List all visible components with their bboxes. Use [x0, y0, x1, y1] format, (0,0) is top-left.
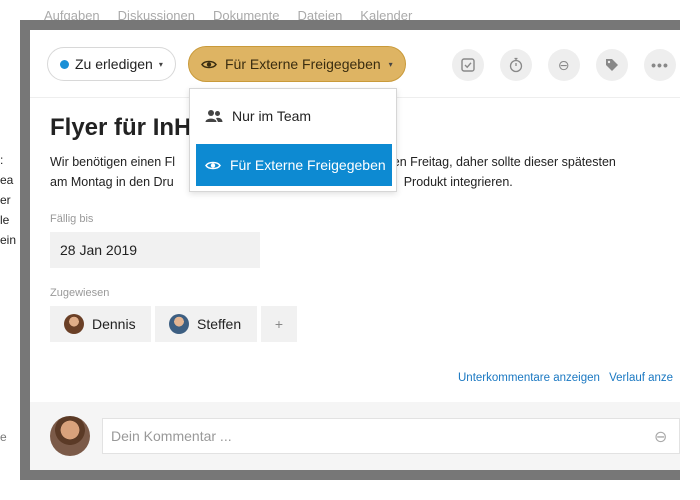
chevron-down-icon: ▾ [158, 59, 163, 69]
chevron-down-icon: ▾ [388, 59, 393, 69]
visibility-label: Für Externe Freigegeben [225, 56, 381, 72]
add-assignee-button[interactable]: + [261, 306, 297, 342]
avatar [169, 314, 189, 334]
more-options-button[interactable]: ••• [644, 49, 676, 81]
complete-task-button[interactable] [452, 49, 484, 81]
checkbox-icon [461, 58, 475, 72]
status-label: Zu erledigen [75, 56, 153, 72]
menu-item-external-shared[interactable]: Für Externe Freigegeben [196, 144, 392, 186]
paperclip-icon: ⊘ [554, 54, 575, 75]
assignee-name: Dennis [92, 316, 136, 332]
task-title: Flyer für InH [50, 114, 192, 141]
due-date-field[interactable]: 28 Jan 2019 [50, 232, 260, 268]
tag-icon [606, 59, 618, 71]
show-history-link[interactable]: Verlauf anze [609, 372, 673, 384]
stopwatch-icon [509, 57, 523, 73]
attach-button[interactable]: ⊘ [548, 49, 580, 81]
menu-item-label: Für Externe Freigegeben [230, 157, 386, 173]
status-dropdown-button[interactable]: Zu erledigen ▾ [47, 47, 176, 81]
tag-button[interactable] [596, 49, 628, 81]
assignee-name: Steffen [197, 316, 242, 332]
description-text: Wir benötigen einen Fl [50, 155, 176, 169]
eye-icon [205, 161, 221, 169]
timer-button[interactable] [500, 49, 532, 81]
avatar [64, 314, 84, 334]
assignee-chip[interactable]: Steffen [155, 306, 257, 342]
comment-links: Unterkommentare anzeigen Verlauf anze [458, 372, 679, 384]
avatar [50, 416, 90, 456]
more-icon: ••• [651, 57, 669, 73]
menu-item-label: Nur im Team [232, 108, 312, 124]
visibility-dropdown-button[interactable]: Für Externe Freigegeben ▾ [188, 46, 406, 82]
description-text: sten Freitag, daher sollte dieser spätes… [383, 155, 616, 169]
comment-section: Dein Kommentar ... ⊘ [30, 402, 680, 470]
comment-placeholder: Dein Kommentar ... [111, 428, 232, 444]
show-subcomments-link[interactable]: Unterkommentare anzeigen [458, 372, 600, 384]
menu-item-team-only[interactable]: Nur im Team [196, 95, 392, 137]
paperclip-icon[interactable]: ⊘ [648, 425, 672, 449]
assigned-label: Zugewiesen [50, 287, 110, 299]
assignee-chip[interactable]: Dennis [50, 306, 151, 342]
background-bottom-text: e [0, 430, 7, 444]
due-date-label: Fällig bis [50, 213, 94, 225]
team-icon [205, 110, 223, 122]
description-text: Produkt integrieren. [403, 175, 513, 189]
eye-icon [201, 60, 217, 68]
status-dot-icon [60, 59, 69, 69]
description-text: am Montag in den Dru [50, 175, 174, 189]
comment-input[interactable]: Dein Kommentar ... ⊘ [102, 418, 680, 454]
visibility-dropdown-menu: Nur im Team Für Externe Freigegeben [189, 88, 397, 192]
